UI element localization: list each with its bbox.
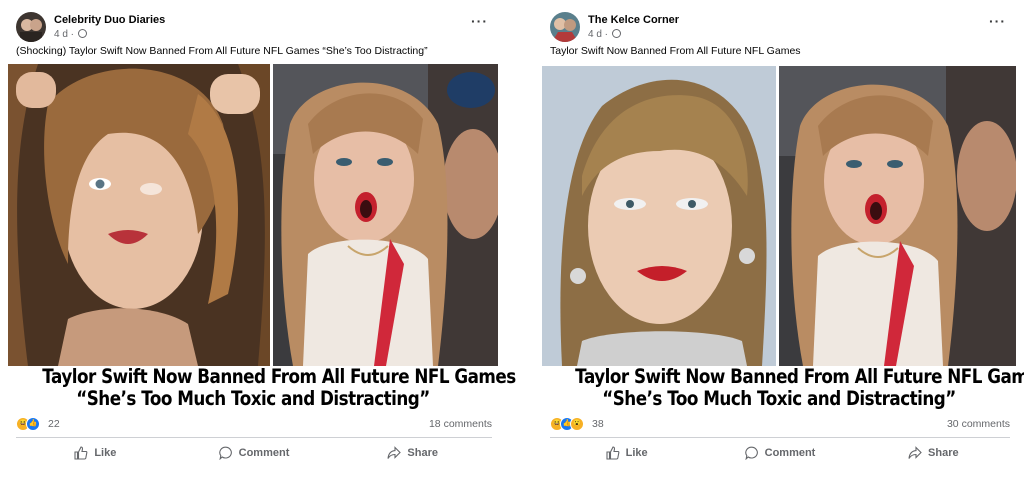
page-name[interactable]: The Kelce Corner	[588, 14, 679, 26]
reaction-count[interactable]: 38	[592, 418, 604, 430]
post-stats: 😆👍 22 18 comments	[16, 416, 492, 434]
comment-count[interactable]: 30 comments	[947, 418, 1010, 430]
reaction-icons[interactable]: 😆👍😮	[550, 417, 584, 431]
share-icon	[387, 446, 402, 459]
image-headline-banner: Taylor Swift Now Banned From All Future …	[8, 365, 516, 412]
like-button[interactable]: Like	[16, 440, 175, 466]
divider	[550, 437, 1010, 438]
share-button[interactable]: Share	[857, 440, 1010, 466]
post-card-1: Celebrity Duo Diaries 4 d · ··· (Shockin…	[6, 0, 516, 479]
image-headline-banner: Taylor Swift Now Banned From All Future …	[542, 365, 1024, 412]
banner-line-1: Taylor Swift Now Banned From All Future …	[42, 365, 516, 388]
page-avatar[interactable]	[550, 12, 580, 42]
post-caption: (Shocking) Taylor Swift Now Banned From …	[16, 45, 428, 57]
like-button[interactable]: Like	[550, 440, 703, 466]
divider	[16, 437, 492, 438]
post-image[interactable]	[8, 64, 498, 366]
post-header: The Kelce Corner 4 d · ···	[550, 12, 1010, 42]
reaction-icons[interactable]: 😆👍	[16, 417, 40, 431]
post-time-text: 4 d ·	[54, 29, 75, 40]
like-icon: 👍	[26, 417, 40, 431]
share-icon	[908, 446, 922, 459]
share-button[interactable]: Share	[333, 440, 492, 466]
comment-button[interactable]: Comment	[703, 440, 856, 466]
post-time: 4 d ·	[54, 29, 87, 40]
post-time: 4 d ·	[588, 29, 621, 40]
page-name[interactable]: Celebrity Duo Diaries	[54, 14, 165, 26]
post-stats: 😆👍😮 38 30 comments	[550, 416, 1010, 434]
comment-label: Comment	[764, 447, 816, 459]
thumbs-up-icon	[606, 446, 620, 460]
post-card-2: The Kelce Corner 4 d · ··· Taylor Swift …	[540, 0, 1024, 479]
more-options-icon[interactable]: ···	[989, 14, 1006, 28]
comment-icon	[744, 446, 758, 460]
post-caption: Taylor Swift Now Banned From All Future …	[550, 45, 801, 57]
banner-line-2: “She’s Too Much Toxic and Distracting”	[76, 387, 430, 410]
globe-icon	[611, 29, 621, 38]
wow-icon: 😮	[570, 417, 584, 431]
like-label: Like	[625, 447, 648, 459]
share-label: Share	[928, 447, 959, 459]
post-actions: Like Comment Share	[550, 440, 1010, 466]
banner-line-2: “She’s Too Much Toxic and Distracting”	[602, 387, 956, 410]
banner-line-1: Taylor Swift Now Banned From All Future …	[575, 365, 1024, 388]
comment-label: Comment	[238, 447, 290, 459]
post-time-text: 4 d ·	[588, 29, 609, 40]
post-header: Celebrity Duo Diaries 4 d · ···	[16, 12, 492, 42]
comment-icon	[218, 446, 232, 460]
comment-button[interactable]: Comment	[175, 440, 334, 466]
share-label: Share	[407, 447, 438, 459]
more-options-icon[interactable]: ···	[471, 14, 488, 28]
page-avatar[interactable]	[16, 12, 46, 42]
post-actions: Like Comment Share	[16, 440, 492, 466]
post-image[interactable]	[542, 66, 1016, 366]
thumbs-up-icon	[74, 446, 88, 460]
globe-icon	[77, 29, 87, 38]
like-label: Like	[94, 447, 117, 459]
comment-count[interactable]: 18 comments	[429, 418, 492, 430]
reaction-count[interactable]: 22	[48, 418, 60, 430]
